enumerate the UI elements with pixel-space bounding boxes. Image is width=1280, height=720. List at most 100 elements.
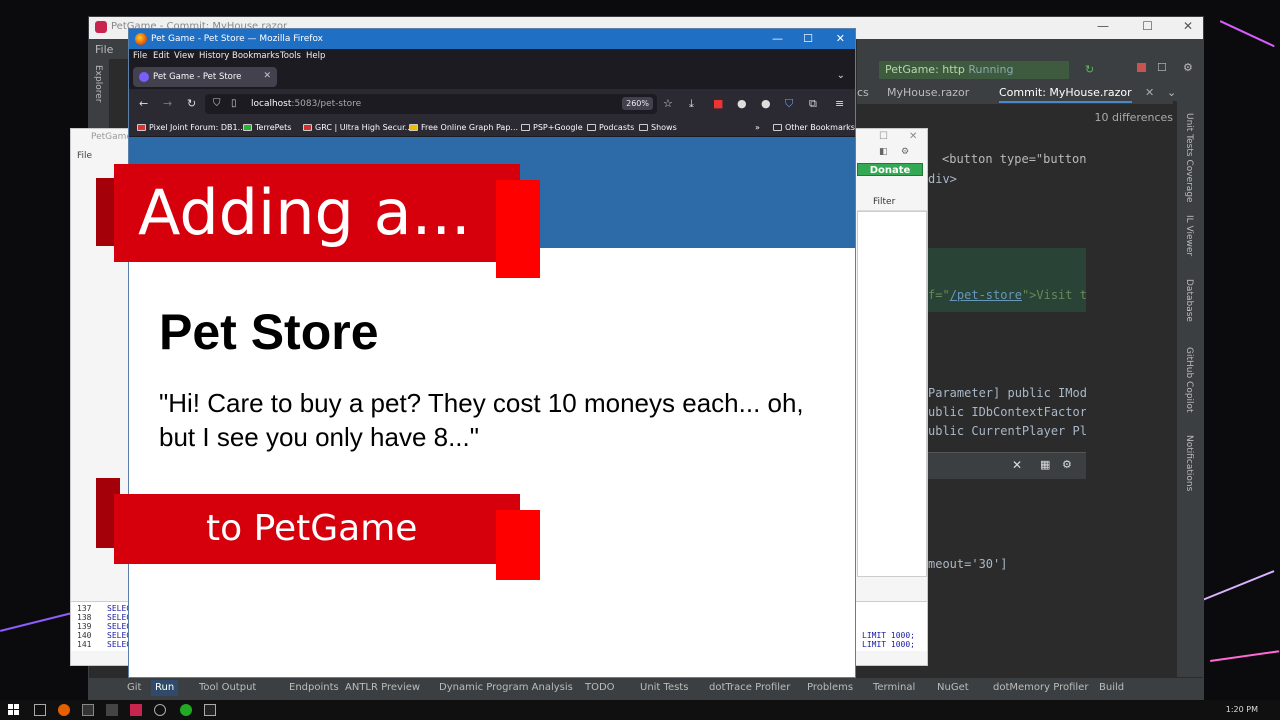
explorer-taskbar-icon[interactable]	[106, 704, 118, 716]
bottom-problems[interactable]: Problems	[807, 682, 853, 693]
dbapp-settings-icon[interactable]: ⚙	[901, 147, 909, 157]
bookmark-folder[interactable]: PSP+Google	[521, 123, 583, 132]
hamburger-menu-icon[interactable]: ≡	[835, 97, 844, 110]
tabs-dropdown-icon[interactable]: ⌄	[1167, 86, 1176, 99]
tab-commit-myhouse[interactable]: Commit: MyHouse.razor	[999, 86, 1132, 103]
tab-close-icon[interactable]: ✕	[1145, 86, 1154, 99]
bookmark-item[interactable]: GRC | Ultra High Secur...	[303, 123, 412, 132]
rerun-icon[interactable]: ↻	[1085, 63, 1094, 76]
settings-icon[interactable]: ⚙	[1183, 61, 1193, 74]
firefox-maximize-icon[interactable]: ☐	[803, 32, 813, 45]
forward-icon[interactable]: →	[163, 97, 172, 110]
bottom-unit-tests[interactable]: Unit Tests	[640, 682, 688, 693]
menu-edit[interactable]: Edit	[153, 51, 169, 61]
panel-close-icon[interactable]: ✕	[1012, 458, 1022, 472]
extension-icon[interactable]: ■	[713, 97, 723, 110]
menu-help[interactable]: Help	[306, 51, 325, 61]
tab-cs[interactable]: cs	[857, 86, 869, 99]
toolbar-icon[interactable]: ☐	[1157, 61, 1167, 74]
notifications-label[interactable]: Notifications	[1184, 435, 1194, 491]
bottom-git[interactable]: Git	[127, 682, 141, 693]
bookmark-item[interactable]: Pixel Joint Forum: DB1...	[137, 123, 245, 132]
tab-close-icon[interactable]: ✕	[263, 71, 271, 81]
firefox-logo-icon	[135, 33, 147, 45]
more-bookmarks-icon[interactable]: »	[755, 123, 760, 132]
bookmark-star-icon[interactable]: ☆	[663, 97, 673, 110]
bottom-dynamic-program-analysis[interactable]: Dynamic Program Analysis	[439, 682, 573, 693]
firefox-taskbar-icon[interactable]	[58, 704, 70, 716]
bookmark-item[interactable]: TerrePets	[243, 123, 291, 132]
menu-history[interactable]: History	[199, 51, 229, 61]
extension-icon[interactable]: ●	[737, 97, 747, 110]
bookmark-folder[interactable]: Podcasts	[587, 123, 634, 132]
menu-bookmarks[interactable]: Bookmarks	[232, 51, 280, 61]
dbapp-maximize-icon[interactable]: ☐	[879, 131, 888, 142]
github-copilot-label[interactable]: GitHub Copilot	[1184, 347, 1194, 413]
bottom-tool-output[interactable]: Tool Output	[199, 682, 256, 693]
bottom-terminal[interactable]: Terminal	[873, 682, 915, 693]
explorer-label[interactable]: Explorer	[93, 65, 103, 102]
il-viewer-label[interactable]: IL Viewer	[1184, 215, 1194, 256]
minimize-icon[interactable]: —	[1097, 19, 1109, 33]
list-all-tabs-icon[interactable]: ⌄	[837, 70, 845, 81]
banner-accent	[496, 510, 540, 580]
bottom-run[interactable]: Run	[151, 680, 179, 696]
firefox-close-icon[interactable]: ✕	[836, 32, 845, 45]
bottom-antlr-preview[interactable]: ANTLR Preview	[345, 682, 420, 693]
panel-settings-icon[interactable]: ⚙	[1062, 458, 1072, 471]
donate-button[interactable]: Donate	[857, 163, 923, 176]
bookmark-label: TerrePets	[255, 123, 292, 132]
app-taskbar-icon[interactable]	[154, 704, 166, 716]
bottom-build[interactable]: Build	[1099, 682, 1124, 693]
other-bookmarks[interactable]: Other Bookmarks	[773, 123, 855, 132]
menu-tools[interactable]: Tools	[280, 51, 301, 61]
menu-view[interactable]: View	[174, 51, 194, 61]
bookmark-folder[interactable]: Shows	[639, 123, 677, 132]
bottom-dottrace-profiler[interactable]: dotTrace Profiler	[709, 682, 790, 693]
tab-myhouse[interactable]: MyHouse.razor	[887, 86, 969, 99]
dbapp-close-icon[interactable]: ✕	[909, 131, 917, 142]
dbapp-tool-icon[interactable]: ◧	[879, 147, 888, 157]
sql-line-number: 139	[77, 622, 92, 631]
unit-tests-coverage-label[interactable]: Unit Tests Coverage	[1184, 113, 1194, 203]
rider-taskbar-icon[interactable]	[130, 704, 142, 716]
bitwarden-icon[interactable]: ⛉	[785, 97, 793, 111]
filter-button[interactable]: Filter	[857, 195, 927, 211]
explorer-strip[interactable]: Explorer	[89, 59, 109, 139]
close-icon[interactable]: ✕	[1183, 19, 1193, 33]
url-bar[interactable]: ⛉ ▯ localhost:5083/pet-store 260%	[205, 94, 657, 114]
bookmark-item[interactable]: Free Online Graph Pap...	[409, 123, 518, 132]
ide-menu-file[interactable]: File	[89, 39, 131, 59]
database-label[interactable]: Database	[1184, 279, 1194, 322]
downloads-icon[interactable]: ⤓	[689, 97, 694, 111]
app-taskbar-icon[interactable]	[204, 704, 216, 716]
bottom-todo[interactable]: TODO	[585, 682, 615, 693]
bottom-dotmemory-profiler[interactable]: dotMemory Profiler	[993, 682, 1088, 693]
menu-file[interactable]: File	[133, 51, 147, 61]
maximize-icon[interactable]: ☐	[1142, 19, 1153, 33]
reload-icon[interactable]: ↻	[187, 97, 196, 110]
windows-start-icon[interactable]	[8, 704, 20, 716]
run-configuration[interactable]: PetGame: http Running	[879, 61, 1069, 79]
app-taskbar-icon[interactable]	[180, 704, 192, 716]
panel-layout-icon[interactable]: ▦	[1040, 458, 1050, 471]
wallpaper-streak	[1219, 20, 1275, 48]
firefox-minimize-icon[interactable]: —	[772, 32, 783, 45]
dbapp-menu-file[interactable]: File	[77, 151, 92, 161]
bottom-endpoints[interactable]: Endpoints	[289, 682, 339, 693]
page-info-icon[interactable]: ▯	[231, 98, 237, 109]
task-view-icon[interactable]	[34, 704, 46, 716]
editor-tabs: cs MyHouse.razor Commit: MyHouse.razor ✕…	[857, 83, 1176, 105]
zoom-level-button[interactable]: 260%	[622, 97, 653, 110]
back-icon[interactable]: ←	[139, 97, 148, 110]
filter-label: Filter	[873, 197, 896, 207]
code-line-3-link[interactable]: /pet-store	[950, 288, 1022, 302]
extension-icon[interactable]: ●	[761, 97, 771, 110]
bottom-nuget[interactable]: NuGet	[937, 682, 969, 693]
extensions-icon[interactable]: ⧉	[809, 97, 817, 111]
system-clock[interactable]: 1:20 PM	[1226, 705, 1258, 714]
stop-icon[interactable]	[1137, 63, 1146, 72]
tracking-protection-icon[interactable]: ⛉	[213, 98, 221, 109]
terminal-taskbar-icon[interactable]	[82, 704, 94, 716]
tab-pet-store[interactable]: Pet Game - Pet Store ✕	[133, 67, 277, 87]
